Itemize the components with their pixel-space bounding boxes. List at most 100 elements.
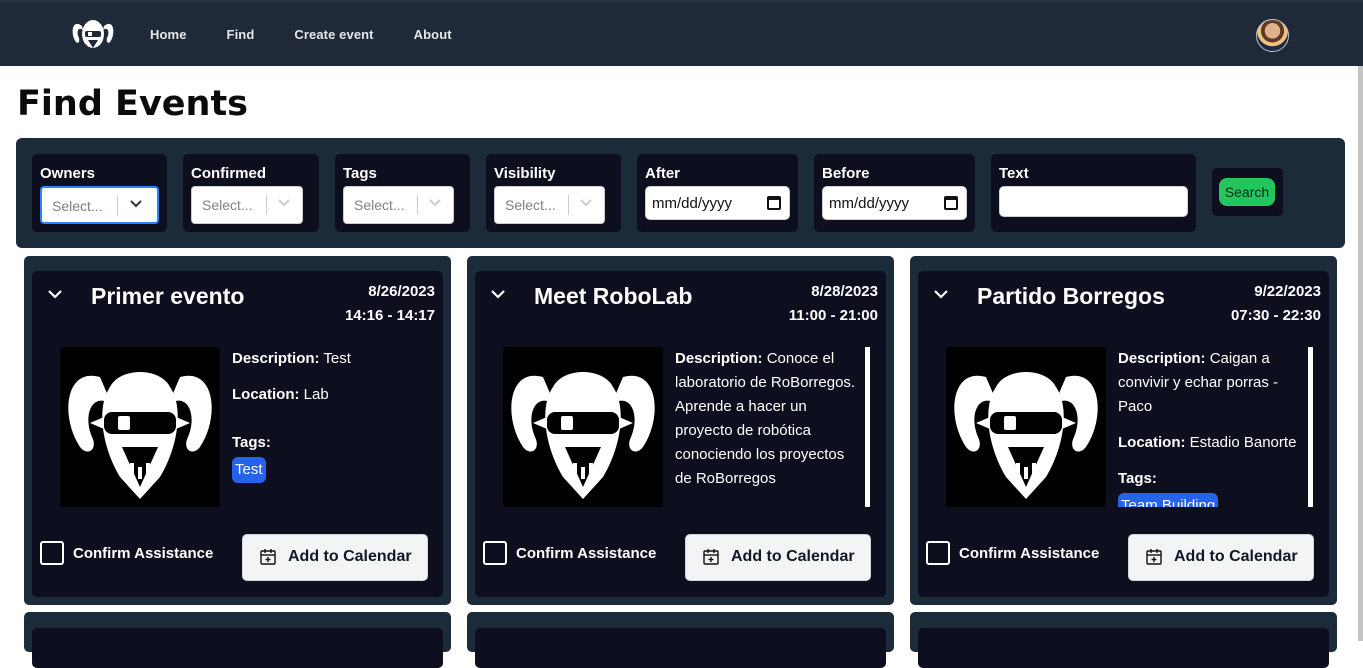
event-image: [946, 347, 1106, 507]
event-date: 8/26/2023: [368, 283, 435, 300]
borrego-ram-logo-icon: [954, 372, 1098, 499]
filters-panel: Owners Select... Confirmed Select... Tag…: [16, 138, 1345, 248]
confirm-assistance-checkbox[interactable]: [40, 541, 64, 565]
tags-label: Tags:: [1118, 470, 1157, 487]
event-image: [60, 347, 220, 507]
after-date-input[interactable]: mm/dd/yyyy: [645, 186, 790, 220]
event-date: 8/28/2023: [811, 283, 878, 300]
event-title: Partido Borregos: [977, 283, 1165, 309]
event-time: 14:16 - 14:17: [344, 307, 435, 324]
event-card-partial: [24, 612, 451, 668]
location-label: Location:: [232, 386, 300, 403]
search-button-wrap: Search: [1212, 168, 1283, 216]
chevron-down-icon[interactable]: [489, 285, 507, 303]
search-button[interactable]: Search: [1219, 178, 1275, 206]
event-card-inner: Primer evento 8/26/2023 14:16 - 14:17 De…: [32, 271, 443, 597]
event-card-inner: [918, 628, 1329, 668]
page-title: Find Events: [17, 84, 249, 124]
event-card: Partido Borregos 9/22/2023 07:30 - 22:30…: [910, 256, 1337, 605]
confirm-assistance-label: Confirm Assistance: [959, 545, 1100, 562]
nav-link-home[interactable]: Home: [150, 27, 187, 42]
event-time: 07:30 - 22:30: [1230, 307, 1321, 324]
owners-label: Owners: [40, 165, 96, 182]
tag-badge: Team Building: [1118, 493, 1219, 507]
event-description: Conoce el laboratorio de RoBorregos. Apr…: [675, 350, 856, 487]
event-card-inner: Partido Borregos 9/22/2023 07:30 - 22:30…: [918, 271, 1329, 597]
before-label: Before: [822, 165, 870, 182]
event-location: Lab: [303, 386, 329, 403]
confirm-assistance-label: Confirm Assistance: [516, 545, 657, 562]
description-label: Description:: [1118, 350, 1206, 367]
event-card-inner: Meet RoboLab 8/28/2023 11:00 - 21:00 Des…: [475, 271, 886, 597]
select-separator: [417, 195, 418, 215]
nav-links: Home Find Create event About: [150, 27, 492, 42]
borrego-ram-logo-icon: [68, 372, 212, 499]
chevron-down-icon[interactable]: [932, 285, 950, 303]
calendar-plus-icon: [260, 549, 276, 565]
text-search-input[interactable]: [999, 186, 1188, 217]
before-date-value: mm/dd/yyyy: [829, 195, 910, 212]
calendar-icon[interactable]: [767, 196, 781, 210]
description-label: Description:: [232, 350, 320, 367]
confirm-assistance-label: Confirm Assistance: [73, 545, 214, 562]
event-card-inner: [32, 628, 443, 668]
confirmed-select[interactable]: Select...: [191, 186, 303, 224]
visibility-select[interactable]: Select...: [494, 186, 605, 224]
borrego-ram-logo-icon[interactable]: [70, 16, 116, 52]
tags-select[interactable]: Select...: [343, 186, 454, 224]
select-separator: [266, 195, 267, 215]
after-filter: After mm/dd/yyyy: [637, 154, 798, 232]
tags-label: Tags:: [232, 434, 271, 451]
tags-label: Tags: [343, 165, 377, 182]
text-filter: Text: [991, 154, 1196, 232]
user-avatar[interactable]: [1256, 19, 1289, 52]
description-label: Description:: [675, 350, 763, 367]
tag-badge: Test: [232, 457, 266, 483]
visibility-filter: Visibility Select...: [486, 154, 621, 232]
before-filter: Before mm/dd/yyyy: [814, 154, 975, 232]
event-info: Description: Test Location: Lab Tags: Te…: [232, 347, 422, 507]
add-to-calendar-button[interactable]: Add to Calendar: [242, 534, 428, 581]
event-info: Description: Conoce el laboratorio de Ro…: [675, 347, 865, 507]
tags-placeholder: Select...: [354, 197, 405, 213]
event-info: Description: Caigan a convivir y echar p…: [1118, 347, 1308, 507]
chevron-down-icon[interactable]: [126, 196, 146, 216]
event-image: [503, 347, 663, 507]
info-scrollbar[interactable]: [1308, 347, 1313, 507]
add-to-calendar-label: Add to Calendar: [731, 548, 855, 565]
add-to-calendar-label: Add to Calendar: [1174, 548, 1298, 565]
calendar-icon[interactable]: [944, 196, 958, 210]
owners-select[interactable]: Select...: [40, 186, 159, 224]
event-card-partial: [467, 612, 894, 668]
event-date: 9/22/2023: [1254, 283, 1321, 300]
add-to-calendar-button[interactable]: Add to Calendar: [685, 534, 871, 581]
event-location: Estadio Banorte: [1189, 434, 1297, 451]
confirmed-label: Confirmed: [191, 165, 266, 182]
before-date-input[interactable]: mm/dd/yyyy: [822, 186, 967, 220]
calendar-plus-icon: [1146, 549, 1162, 565]
nav-link-about[interactable]: About: [414, 27, 452, 42]
event-description: Test: [323, 350, 351, 367]
chevron-down-icon[interactable]: [274, 195, 294, 215]
nav-link-find[interactable]: Find: [227, 27, 255, 42]
event-time: 11:00 - 21:00: [788, 307, 878, 324]
visibility-label: Visibility: [494, 165, 556, 182]
chevron-down-icon[interactable]: [425, 195, 445, 215]
visibility-placeholder: Select...: [505, 197, 556, 213]
tags-filter: Tags Select...: [335, 154, 470, 232]
after-label: After: [645, 165, 681, 182]
confirm-assistance-checkbox[interactable]: [926, 541, 950, 565]
select-separator: [568, 195, 569, 215]
add-to-calendar-button[interactable]: Add to Calendar: [1128, 534, 1314, 581]
after-date-value: mm/dd/yyyy: [652, 195, 733, 212]
nav-link-create-event[interactable]: Create event: [294, 27, 373, 42]
calendar-plus-icon: [703, 549, 719, 565]
chevron-down-icon[interactable]: [46, 285, 64, 303]
info-scrollbar[interactable]: [865, 347, 870, 507]
chevron-down-icon[interactable]: [576, 195, 596, 215]
select-separator: [117, 196, 118, 216]
top-navbar: Home Find Create event About: [0, 0, 1363, 66]
text-label: Text: [999, 165, 1029, 182]
page-scrollbar[interactable]: [1358, 66, 1363, 641]
confirm-assistance-checkbox[interactable]: [483, 541, 507, 565]
